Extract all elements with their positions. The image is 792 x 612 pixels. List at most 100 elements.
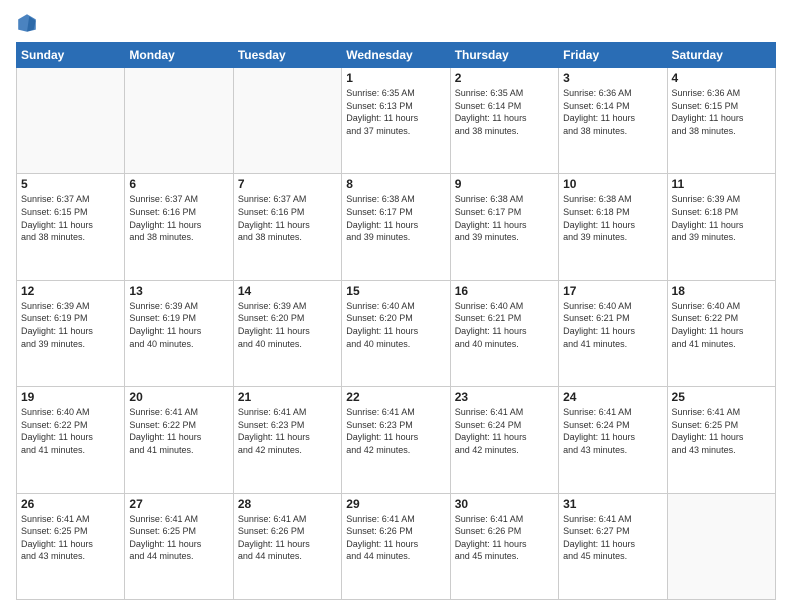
day-info: Sunrise: 6:35 AM Sunset: 6:14 PM Dayligh… [455, 87, 554, 137]
day-cell-7: 7 Sunrise: 6:37 AM Sunset: 6:16 PM Daylig… [233, 174, 341, 280]
day-cell-5: 5Sunrise: 6:37 AM Sunset: 6:15 PM Daylig… [17, 174, 125, 280]
day-number: 21 [238, 390, 337, 404]
day-cell-16: 16 Sunrise: 6:40 AM Sunset: 6:21 PM Dayli… [450, 280, 558, 386]
day-number: 25 [672, 390, 771, 404]
day-info: Sunrise: 6:41 AM Sunset: 6:22 PM Dayligh… [129, 406, 228, 456]
day-info: Sunrise: 6:39 AM Sunset: 6:19 PM Dayligh… [129, 300, 228, 350]
day-cell-25: 25 Sunrise: 6:41 AM Sunset: 6:25 PM Dayli… [667, 387, 775, 493]
day-number: 2 [455, 71, 554, 85]
day-number: 15 [346, 284, 445, 298]
day-number: 3 [563, 71, 662, 85]
logo-icon [16, 12, 38, 34]
day-info: Sunrise: 6:41 AM Sunset: 6:27 PM Dayligh… [563, 513, 662, 563]
day-cell-27: 27 Sunrise: 6:41 AM Sunset: 6:25 PM Dayli… [125, 493, 233, 599]
weekday-header-row: SundayMondayTuesdayWednesdayThursdayFrid… [17, 43, 776, 68]
day-cell-13: 13 Sunrise: 6:39 AM Sunset: 6:19 PM Dayli… [125, 280, 233, 386]
weekday-thursday: Thursday [450, 43, 558, 68]
day-info: Sunrise: 6:41 AM Sunset: 6:24 PM Dayligh… [563, 406, 662, 456]
day-info: Sunrise: 6:40 AM Sunset: 6:21 PM Dayligh… [563, 300, 662, 350]
day-info: Sunrise: 6:38 AM Sunset: 6:17 PM Dayligh… [346, 193, 445, 243]
day-cell-31: 31 Sunrise: 6:41 AM Sunset: 6:27 PM Dayli… [559, 493, 667, 599]
weekday-saturday: Saturday [667, 43, 775, 68]
day-cell-11: 11 Sunrise: 6:39 AM Sunset: 6:18 PM Dayli… [667, 174, 775, 280]
day-info: Sunrise: 6:41 AM Sunset: 6:23 PM Dayligh… [346, 406, 445, 456]
day-info: Sunrise: 6:38 AM Sunset: 6:17 PM Dayligh… [455, 193, 554, 243]
day-number: 11 [672, 177, 771, 191]
day-info: Sunrise: 6:40 AM Sunset: 6:21 PM Dayligh… [455, 300, 554, 350]
day-cell-1: 1 Sunrise: 6:35 AM Sunset: 6:13 PM Daylig… [342, 68, 450, 174]
day-number: 14 [238, 284, 337, 298]
day-info: Sunrise: 6:39 AM Sunset: 6:19 PM Dayligh… [21, 300, 120, 350]
day-number: 29 [346, 497, 445, 511]
empty-cell [125, 68, 233, 174]
day-info: Sunrise: 6:41 AM Sunset: 6:25 PM Dayligh… [21, 513, 120, 563]
day-number: 5 [21, 177, 120, 191]
day-cell-10: 10 Sunrise: 6:38 AM Sunset: 6:18 PM Dayli… [559, 174, 667, 280]
day-number: 19 [21, 390, 120, 404]
week-row-1: 1 Sunrise: 6:35 AM Sunset: 6:13 PM Daylig… [17, 68, 776, 174]
day-number: 24 [563, 390, 662, 404]
day-number: 12 [21, 284, 120, 298]
day-number: 17 [563, 284, 662, 298]
day-info: Sunrise: 6:37 AM Sunset: 6:16 PM Dayligh… [129, 193, 228, 243]
day-info: Sunrise: 6:39 AM Sunset: 6:18 PM Dayligh… [672, 193, 771, 243]
day-number: 8 [346, 177, 445, 191]
day-cell-19: 19 Sunrise: 6:40 AM Sunset: 6:22 PM Dayli… [17, 387, 125, 493]
day-info: Sunrise: 6:35 AM Sunset: 6:13 PM Dayligh… [346, 87, 445, 137]
day-number: 23 [455, 390, 554, 404]
header [16, 12, 776, 34]
day-number: 27 [129, 497, 228, 511]
page: SundayMondayTuesdayWednesdayThursdayFrid… [0, 0, 792, 612]
day-number: 28 [238, 497, 337, 511]
day-info: Sunrise: 6:41 AM Sunset: 6:25 PM Dayligh… [672, 406, 771, 456]
day-cell-12: 12 Sunrise: 6:39 AM Sunset: 6:19 PM Dayli… [17, 280, 125, 386]
day-info: Sunrise: 6:41 AM Sunset: 6:25 PM Dayligh… [129, 513, 228, 563]
day-info: Sunrise: 6:36 AM Sunset: 6:15 PM Dayligh… [672, 87, 771, 137]
day-cell-22: 22 Sunrise: 6:41 AM Sunset: 6:23 PM Dayli… [342, 387, 450, 493]
day-number: 30 [455, 497, 554, 511]
day-info: Sunrise: 6:36 AM Sunset: 6:14 PM Dayligh… [563, 87, 662, 137]
day-cell-30: 30 Sunrise: 6:41 AM Sunset: 6:26 PM Dayli… [450, 493, 558, 599]
day-cell-4: 4 Sunrise: 6:36 AM Sunset: 6:15 PM Daylig… [667, 68, 775, 174]
day-number: 9 [455, 177, 554, 191]
weekday-tuesday: Tuesday [233, 43, 341, 68]
day-cell-28: 28 Sunrise: 6:41 AM Sunset: 6:26 PM Dayli… [233, 493, 341, 599]
day-info: Sunrise: 6:40 AM Sunset: 6:20 PM Dayligh… [346, 300, 445, 350]
day-cell-21: 21 Sunrise: 6:41 AM Sunset: 6:23 PM Dayli… [233, 387, 341, 493]
day-cell-29: 29Sunrise: 6:41 AM Sunset: 6:26 PM Dayli… [342, 493, 450, 599]
logo [16, 12, 42, 34]
day-cell-9: 9 Sunrise: 6:38 AM Sunset: 6:17 PM Daylig… [450, 174, 558, 280]
day-number: 10 [563, 177, 662, 191]
day-info: Sunrise: 6:38 AM Sunset: 6:18 PM Dayligh… [563, 193, 662, 243]
week-row-4: 19 Sunrise: 6:40 AM Sunset: 6:22 PM Dayli… [17, 387, 776, 493]
day-number: 13 [129, 284, 228, 298]
day-number: 7 [238, 177, 337, 191]
weekday-friday: Friday [559, 43, 667, 68]
day-number: 26 [21, 497, 120, 511]
day-cell-15: 15 Sunrise: 6:40 AM Sunset: 6:20 PM Dayli… [342, 280, 450, 386]
weekday-wednesday: Wednesday [342, 43, 450, 68]
day-number: 22 [346, 390, 445, 404]
day-info: Sunrise: 6:41 AM Sunset: 6:24 PM Dayligh… [455, 406, 554, 456]
day-info: Sunrise: 6:37 AM Sunset: 6:16 PM Dayligh… [238, 193, 337, 243]
day-info: Sunrise: 6:40 AM Sunset: 6:22 PM Dayligh… [21, 406, 120, 456]
calendar-table: SundayMondayTuesdayWednesdayThursdayFrid… [16, 42, 776, 600]
day-cell-26: 26 Sunrise: 6:41 AM Sunset: 6:25 PM Dayli… [17, 493, 125, 599]
day-number: 4 [672, 71, 771, 85]
day-number: 31 [563, 497, 662, 511]
day-info: Sunrise: 6:41 AM Sunset: 6:26 PM Dayligh… [455, 513, 554, 563]
empty-cell [667, 493, 775, 599]
day-number: 20 [129, 390, 228, 404]
day-number: 6 [129, 177, 228, 191]
day-info: Sunrise: 6:39 AM Sunset: 6:20 PM Dayligh… [238, 300, 337, 350]
day-cell-6: 6 Sunrise: 6:37 AM Sunset: 6:16 PM Daylig… [125, 174, 233, 280]
empty-cell [17, 68, 125, 174]
day-cell-20: 20 Sunrise: 6:41 AM Sunset: 6:22 PM Dayli… [125, 387, 233, 493]
week-row-5: 26 Sunrise: 6:41 AM Sunset: 6:25 PM Dayli… [17, 493, 776, 599]
day-info: Sunrise: 6:41 AM Sunset: 6:23 PM Dayligh… [238, 406, 337, 456]
day-number: 16 [455, 284, 554, 298]
day-info: Sunrise: 6:41 AM Sunset: 6:26 PM Dayligh… [238, 513, 337, 563]
day-number: 18 [672, 284, 771, 298]
day-number: 1 [346, 71, 445, 85]
day-cell-14: 14 Sunrise: 6:39 AM Sunset: 6:20 PM Dayli… [233, 280, 341, 386]
